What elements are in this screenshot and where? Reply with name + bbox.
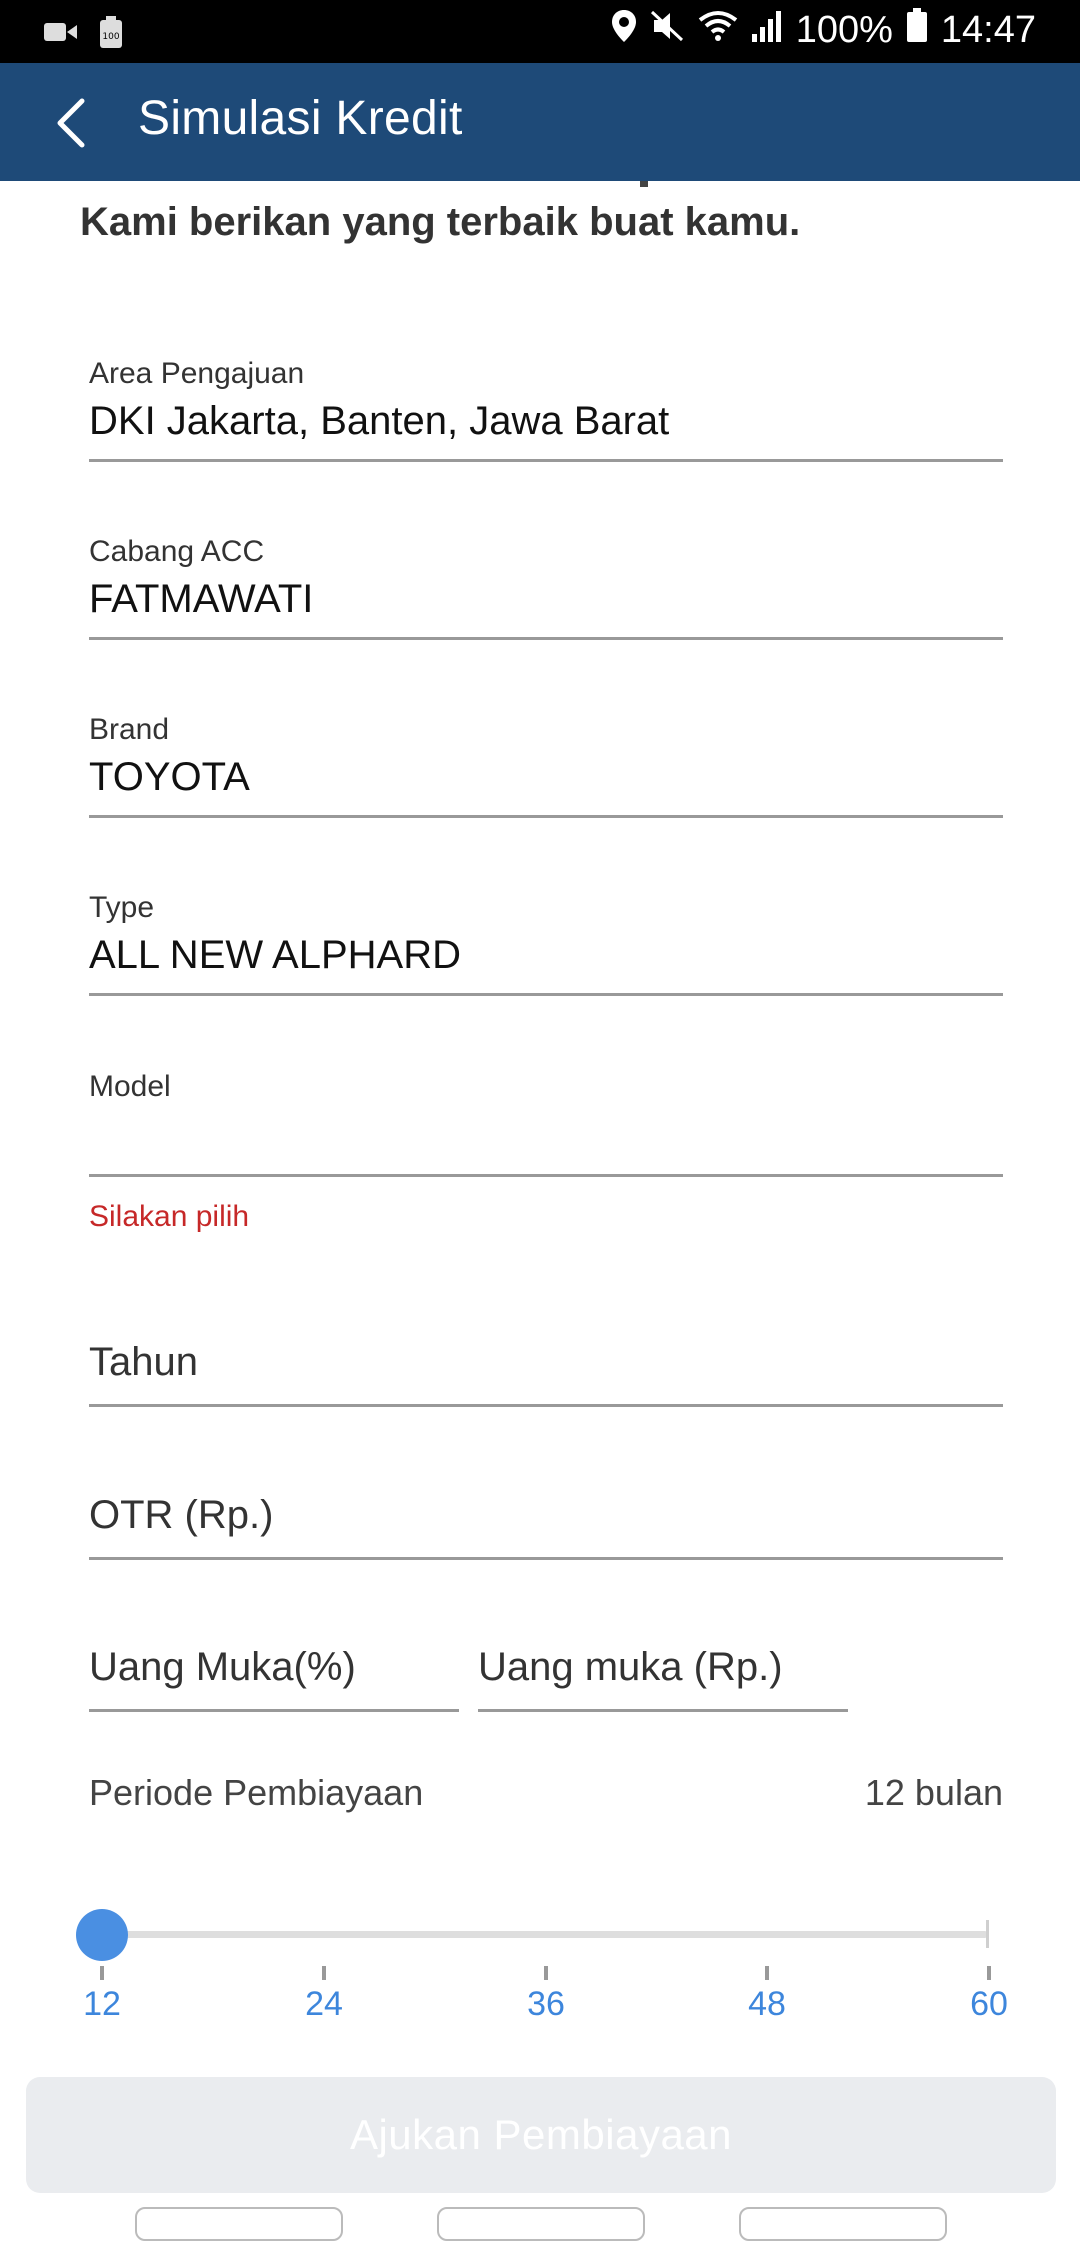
tick-label-48[interactable]: 48 xyxy=(748,1985,786,2024)
slider-tick xyxy=(544,1966,548,1980)
periode-value: 12 bulan xyxy=(864,1772,1003,1813)
periode-label: Periode Pembiayaan xyxy=(89,1772,424,1813)
battery-saver-icon: 100 xyxy=(100,16,122,53)
type-value: ALL NEW ALPHARD xyxy=(89,933,461,977)
tahun-placeholder: Tahun xyxy=(89,1340,198,1384)
type-underline xyxy=(89,993,1003,996)
type-label: Type xyxy=(89,891,155,924)
uang-muka-rp-underline xyxy=(478,1709,848,1712)
status-left: 100 xyxy=(44,16,122,53)
brand-value: TOYOTA xyxy=(89,755,250,799)
uang-muka-percent-underline xyxy=(89,1709,459,1712)
model-field[interactable]: Model xyxy=(89,1068,1003,1178)
otr-field[interactable]: OTR (Rp.) xyxy=(89,1488,1003,1563)
periode-slider-track[interactable] xyxy=(102,1931,988,1938)
slider-tick xyxy=(100,1966,104,1980)
type-field[interactable]: Type ALL NEW ALPHARD xyxy=(89,889,1003,999)
model-label: Model xyxy=(89,1070,171,1103)
status-bar: 100 100% 14:47 xyxy=(0,0,1080,63)
intro-tagline: Kami berikan yang terbaik buat kamu. xyxy=(80,200,801,244)
slider-end-marker xyxy=(986,1920,989,1948)
tahun-underline xyxy=(89,1404,1003,1407)
bottom-option-chip[interactable] xyxy=(739,2207,947,2241)
area-field[interactable]: Area Pengajuan DKI Jakarta, Banten, Jawa… xyxy=(89,355,1003,465)
signal-icon xyxy=(751,9,782,52)
scrolled-text-remnant xyxy=(0,181,1080,191)
uang-muka-percent-field[interactable]: Uang Muka(%) xyxy=(89,1640,459,1715)
cabang-field[interactable]: Cabang ACC FATMAWATI xyxy=(89,533,1003,643)
tick-label-60[interactable]: 60 xyxy=(970,1985,1008,2024)
area-label: Area Pengajuan xyxy=(89,357,305,390)
otr-underline xyxy=(89,1557,1003,1560)
bottom-option-chip[interactable] xyxy=(437,2207,645,2241)
battery-percent: 100% xyxy=(795,8,893,51)
brand-field[interactable]: Brand TOYOTA xyxy=(89,711,1003,821)
tick-label-36[interactable]: 36 xyxy=(527,1985,565,2024)
tick-label-24[interactable]: 24 xyxy=(305,1985,343,2024)
brand-label: Brand xyxy=(89,713,170,746)
page-title: Simulasi Kredit xyxy=(138,92,463,145)
area-underline xyxy=(89,459,1003,462)
otr-placeholder: OTR (Rp.) xyxy=(89,1493,274,1537)
tick-label-12[interactable]: 12 xyxy=(83,1985,121,2024)
slider-tick xyxy=(987,1966,991,1980)
location-icon xyxy=(611,9,636,52)
periode-slider-thumb[interactable] xyxy=(76,1909,128,1961)
area-value: DKI Jakarta, Banten, Jawa Barat xyxy=(89,399,670,443)
cabang-value: FATMAWATI xyxy=(89,577,314,621)
submit-button[interactable]: Ajukan Pembiayaan xyxy=(26,2077,1056,2193)
slider-tick xyxy=(322,1966,326,1980)
bottom-option-chip[interactable] xyxy=(135,2207,343,2241)
model-underline xyxy=(89,1174,1003,1177)
app-bar: Simulasi Kredit xyxy=(0,63,1080,181)
svg-text:100: 100 xyxy=(102,32,119,42)
slider-tick xyxy=(765,1966,769,1980)
uang-muka-rp-placeholder: Uang muka (Rp.) xyxy=(478,1645,783,1689)
cabang-underline xyxy=(89,637,1003,640)
wifi-icon xyxy=(698,9,738,52)
mute-icon xyxy=(650,9,684,52)
uang-muka-percent-placeholder: Uang Muka(%) xyxy=(89,1645,356,1689)
back-button[interactable] xyxy=(46,93,106,153)
status-right: 100% 14:47 xyxy=(611,8,1036,52)
brand-underline xyxy=(89,815,1003,818)
video-icon xyxy=(44,20,78,49)
cabang-label: Cabang ACC xyxy=(89,535,265,568)
model-error: Silakan pilih xyxy=(89,1200,250,1233)
clock: 14:47 xyxy=(940,8,1036,51)
chevron-left-icon xyxy=(57,98,85,148)
tahun-field[interactable]: Tahun xyxy=(89,1335,1003,1410)
uang-muka-rp-field[interactable]: Uang muka (Rp.) xyxy=(478,1640,848,1715)
battery-icon xyxy=(906,8,927,52)
